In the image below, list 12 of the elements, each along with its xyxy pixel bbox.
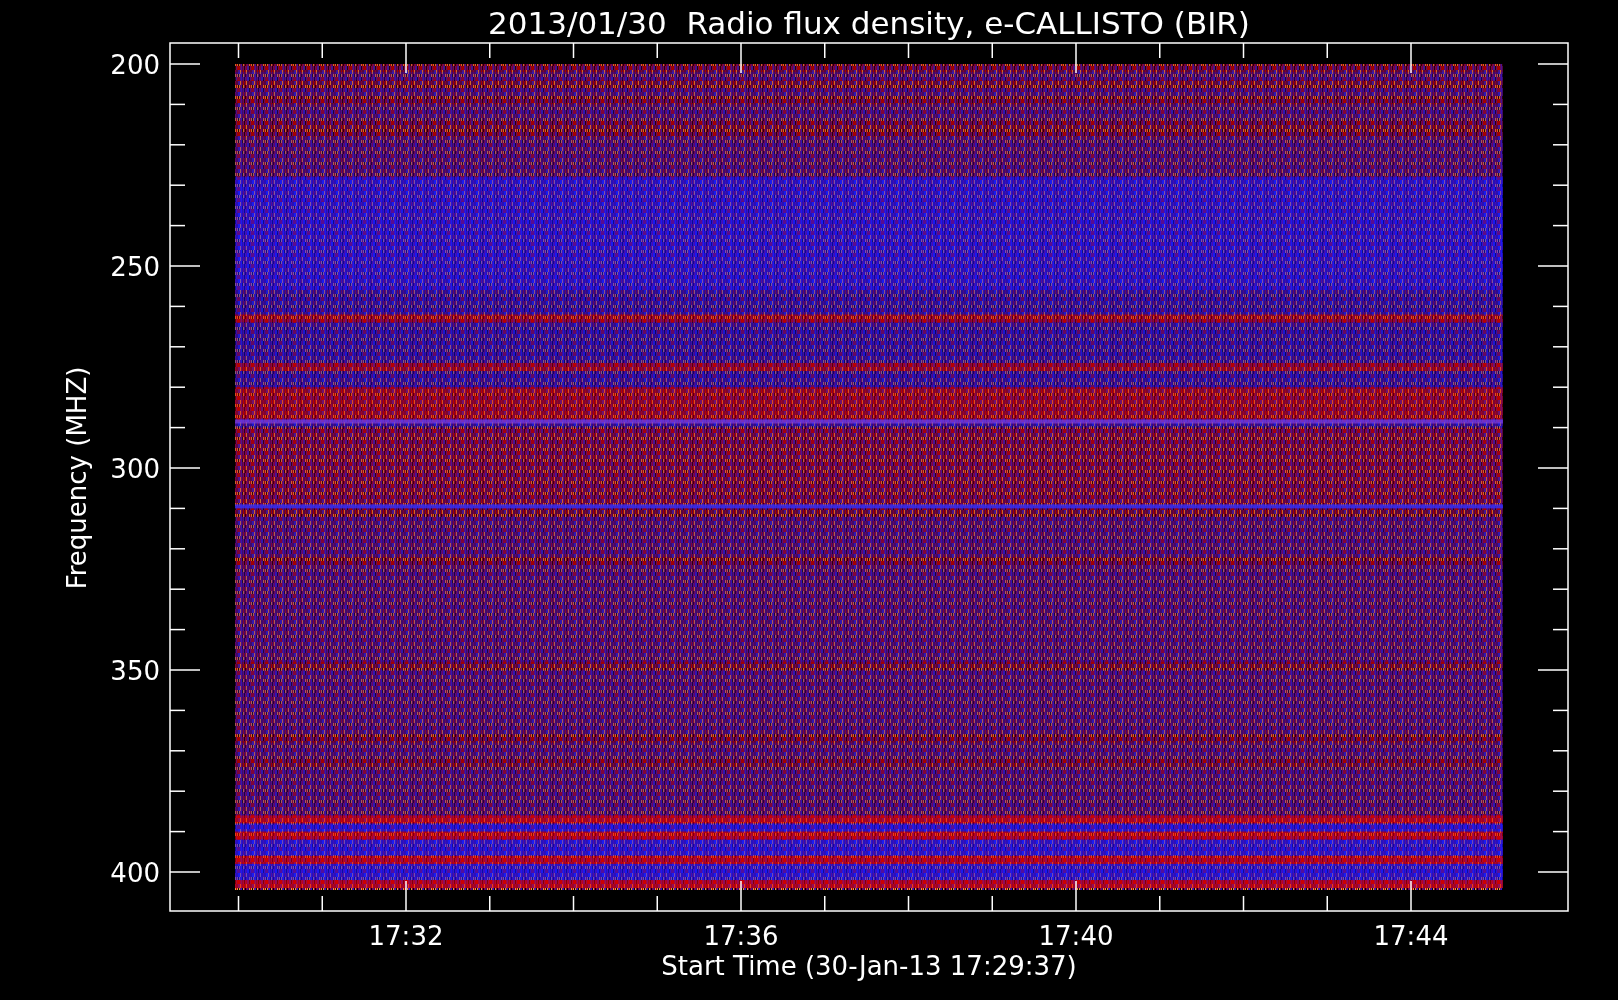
axis-tick-label: 200	[110, 50, 160, 80]
axis-tick-label: 17:36	[703, 921, 779, 951]
chart-title: 2013/01/30 Radio flux density, e-CALLISTO (BIR)	[488, 5, 1250, 41]
axis-tick-label: 17:44	[1373, 921, 1449, 951]
axis-tick-label: 17:40	[1038, 921, 1114, 951]
axis-label: Start Time (30-Jan-13 17:29:37)	[661, 951, 1077, 981]
axis-tick-label: 300	[110, 454, 160, 484]
axis-tick-label: 350	[110, 656, 160, 686]
axis-label: Frequency (MHZ)	[62, 366, 92, 590]
axis-tick-label: 17:32	[368, 921, 444, 951]
axis-tick-label: 400	[110, 858, 160, 888]
axis-tick-label: 250	[110, 252, 160, 282]
